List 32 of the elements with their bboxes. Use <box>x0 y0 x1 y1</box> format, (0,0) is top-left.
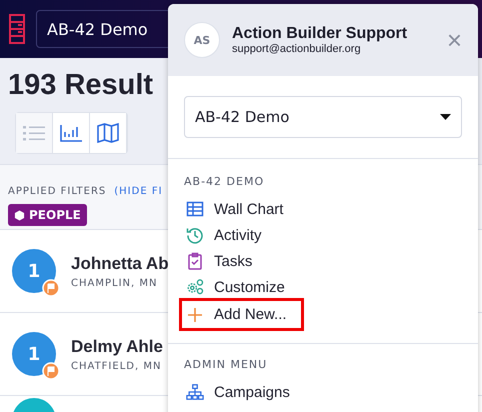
hierarchy-icon <box>186 383 204 401</box>
plus-icon <box>186 306 204 324</box>
menu-item[interactable]: Add New... <box>179 298 304 331</box>
hexagon-icon <box>14 210 25 220</box>
person-location: CHATFIELD, MN <box>71 360 162 372</box>
table-icon <box>186 200 204 218</box>
flag-icon <box>42 279 60 297</box>
menu-item[interactable]: Campaigns <box>179 379 297 405</box>
user-avatar: AS <box>184 22 220 58</box>
person-location: CHAMPLIN, MN <box>71 278 158 288</box>
list-icon <box>23 123 45 143</box>
menu-item[interactable]: Activity <box>179 222 269 248</box>
section-heading: ADMIN MENU <box>184 358 268 371</box>
menu-item[interactable]: Wall Chart <box>179 196 290 222</box>
results-title: 193 Result <box>8 68 154 102</box>
filters-label: APPLIED FILTERS <box>8 186 106 197</box>
filter-tag[interactable]: PEOPLE <box>8 204 87 226</box>
menu-item[interactable]: Customize <box>179 274 292 300</box>
menu-item[interactable]: Tasks <box>179 248 260 274</box>
logo-icon[interactable] <box>8 14 26 44</box>
caret-icon <box>440 114 451 120</box>
campaign-select[interactable]: AB-42 Demo <box>184 96 462 138</box>
history-icon <box>186 226 204 244</box>
map-icon <box>97 123 119 143</box>
person-name[interactable]: Delmy Ahle <box>71 336 163 356</box>
person-name[interactable]: Johnetta Ab <box>71 254 169 274</box>
section-heading: AB-42 DEMO <box>184 175 266 188</box>
bar-chart-icon <box>60 123 82 143</box>
clipboard-icon <box>186 252 204 270</box>
hide-filters-link[interactable]: (HIDE FI <box>114 186 163 197</box>
gears-icon <box>186 278 204 296</box>
flag-icon <box>42 362 60 380</box>
